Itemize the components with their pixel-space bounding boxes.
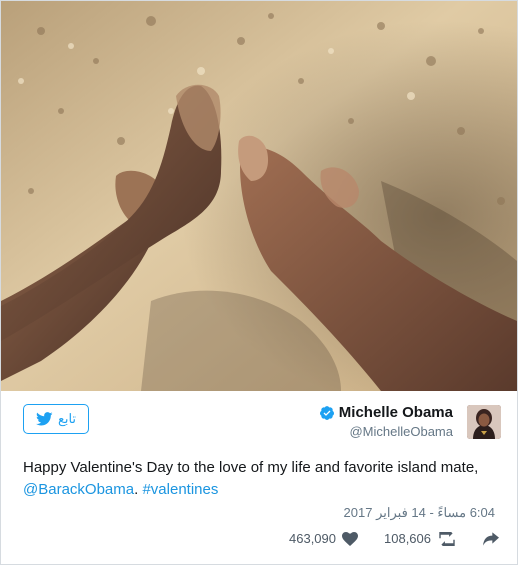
beach-feet-photo: [1, 1, 517, 391]
tweet-text: Happy Valentine's Day to the love of my …: [23, 457, 503, 501]
retweet-icon: [439, 531, 455, 546]
tweet-header: تابع Michelle Obama @MichelleObama: [1, 391, 517, 443]
retweet-count: 108,606: [384, 531, 431, 546]
verified-badge-icon: [319, 405, 334, 420]
heart-icon: [342, 531, 358, 546]
avatar-image: [467, 405, 501, 439]
follow-label: تابع: [57, 411, 77, 426]
retweet-button[interactable]: 108,606: [384, 531, 457, 546]
share-button[interactable]: [483, 531, 499, 546]
twitter-bird-icon: [35, 412, 53, 426]
hashtag-link[interactable]: #valentines: [142, 481, 218, 498]
mention-link[interactable]: @BarackObama: [23, 481, 134, 498]
tweet-card: تابع Michelle Obama @MichelleObama Happy…: [0, 0, 518, 565]
user-handle: @MichelleObama: [349, 424, 453, 439]
tweet-text-body: Happy Valentine's Day to the love of my …: [23, 459, 479, 476]
like-count: 463,090: [289, 531, 336, 546]
tweet-photo[interactable]: [1, 1, 517, 391]
display-name: Michelle Obama: [338, 404, 453, 421]
avatar[interactable]: [467, 405, 501, 439]
share-arrow-icon: [483, 531, 499, 546]
follow-button[interactable]: تابع: [23, 404, 89, 434]
like-button[interactable]: 463,090: [289, 531, 358, 546]
tweet-actions: 463,090 108,606: [289, 531, 499, 546]
tweet-timestamp[interactable]: 6:04 مساءً - 14 فبراير 2017: [344, 505, 495, 521]
author-identity[interactable]: Michelle Obama @MichelleObama: [319, 404, 453, 439]
